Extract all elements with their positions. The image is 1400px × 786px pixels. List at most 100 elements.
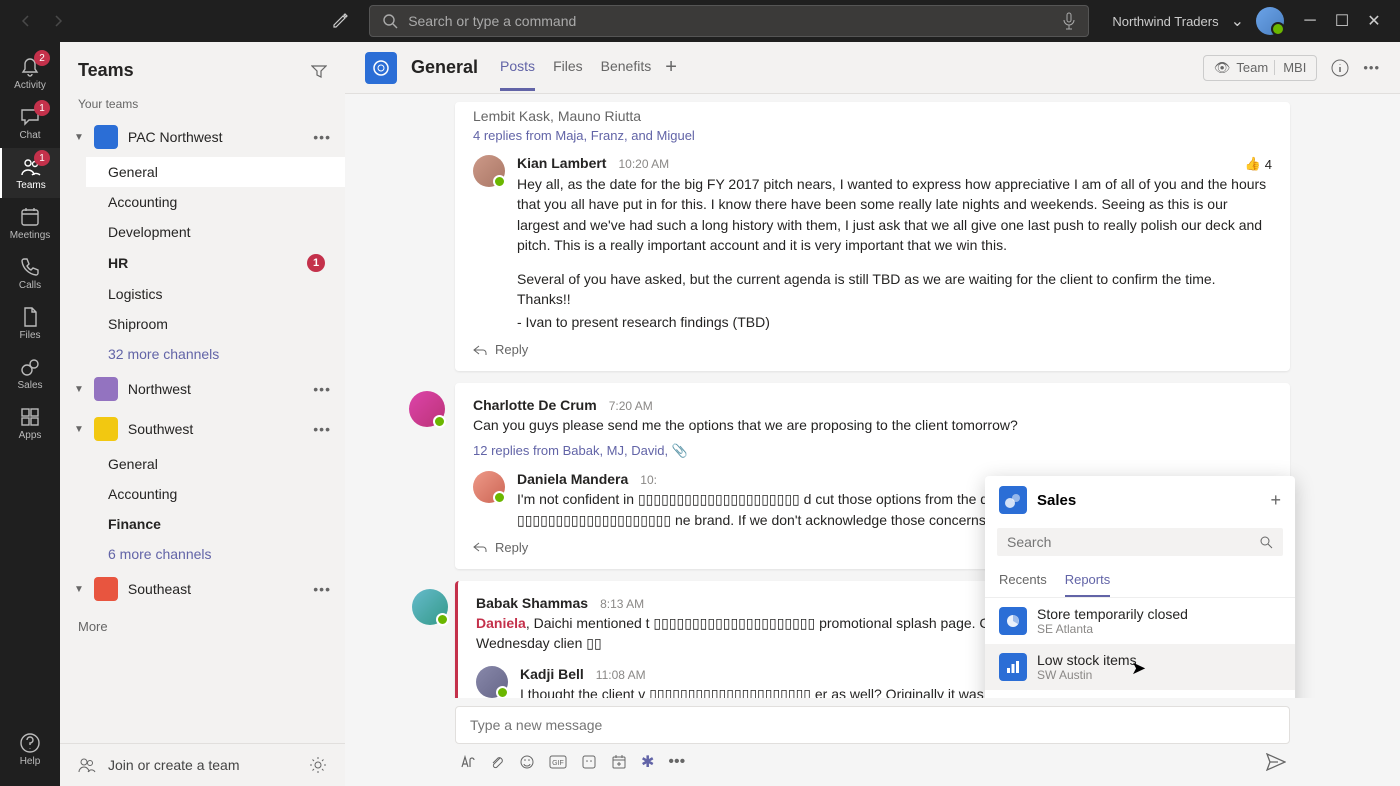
compose-input[interactable] xyxy=(470,717,1275,733)
search-icon xyxy=(382,13,398,29)
message-time: 8:13 AM xyxy=(600,597,644,611)
teams-section-label: Your teams xyxy=(60,91,345,117)
join-team-icon xyxy=(78,756,96,774)
popup-tab-reports[interactable]: Reports xyxy=(1065,564,1111,597)
global-search[interactable] xyxy=(369,5,1089,37)
team-more-icon[interactable]: ••• xyxy=(313,421,331,437)
sales-extension-icon[interactable]: ✱ xyxy=(641,752,654,772)
truncated-participants: Lembit Kask, Mauno Riutta xyxy=(455,108,1290,124)
team-more-icon[interactable]: ••• xyxy=(313,129,331,145)
replies-link[interactable]: 12 replies from Babak, MJ, David, 📎 xyxy=(455,439,1290,463)
window-close[interactable]: ✕ xyxy=(1360,7,1388,35)
join-team-button[interactable]: Join or create a team xyxy=(108,757,297,773)
sticker-icon[interactable] xyxy=(581,754,597,770)
message-text: Several of you have asked, but the curre… xyxy=(517,269,1272,310)
message-author[interactable]: Charlotte De Crum xyxy=(473,397,597,413)
team-row[interactable]: ▼Northwest••• xyxy=(60,369,345,409)
message-author[interactable]: Kadji Bell xyxy=(520,666,584,682)
author-avatar[interactable] xyxy=(476,666,508,698)
more-teams[interactable]: More xyxy=(60,609,345,644)
popup-search-input[interactable] xyxy=(1007,534,1259,550)
message-time: 11:08 AM xyxy=(596,668,646,682)
gif-icon[interactable]: GIF xyxy=(549,755,567,769)
window-minimize[interactable]: ─ xyxy=(1296,7,1324,35)
popup-item[interactable]: Store temporarily closedSE Atlanta xyxy=(985,598,1295,644)
rail-file[interactable]: Files xyxy=(0,298,60,348)
message-text: Can you guys please send me the options … xyxy=(473,415,1272,435)
attach-icon[interactable] xyxy=(489,754,505,770)
team-row[interactable]: ▼Southwest••• xyxy=(60,409,345,449)
rail-phone[interactable]: Calls xyxy=(0,248,60,298)
search-input[interactable] xyxy=(408,13,1052,29)
send-button[interactable] xyxy=(1266,753,1286,771)
author-avatar[interactable] xyxy=(473,155,505,187)
channel-item[interactable]: Shiproom xyxy=(86,309,345,339)
channel-item[interactable]: General xyxy=(86,449,345,479)
team-row[interactable]: ▼PAC Northwest••• xyxy=(60,117,345,157)
message-time: 7:20 AM xyxy=(609,399,653,413)
rail-calendar[interactable]: Meetings xyxy=(0,198,60,248)
window-maximize[interactable]: ☐ xyxy=(1328,7,1356,35)
channel-title: General xyxy=(411,57,478,78)
rail-teams[interactable]: Teams1 xyxy=(0,148,60,198)
tab-posts[interactable]: Posts xyxy=(500,44,535,91)
filter-icon[interactable] xyxy=(311,63,327,79)
message-time: 10:20 AM xyxy=(618,157,669,171)
channel-item[interactable]: Logistics xyxy=(86,279,345,309)
profile-avatar[interactable] xyxy=(1256,7,1284,35)
more-options-icon[interactable]: ••• xyxy=(1363,60,1380,75)
channel-item[interactable]: Accounting xyxy=(86,187,345,217)
mic-icon[interactable] xyxy=(1062,12,1076,30)
message-author[interactable]: Daniela Mandera xyxy=(517,471,628,487)
rail-sales[interactable]: Sales xyxy=(0,348,60,398)
rail-bell[interactable]: Activity2 xyxy=(0,48,60,98)
attachment-icon: 📎 xyxy=(672,443,688,458)
channel-item[interactable]: Finance xyxy=(86,509,345,539)
rail-apps[interactable]: Apps xyxy=(0,398,60,448)
reply-button[interactable]: Reply xyxy=(455,336,1290,365)
popup-item[interactable]: New marketing strategy updateSE Nashvill… xyxy=(985,690,1295,698)
add-tab-button[interactable]: + xyxy=(665,56,677,79)
meeting-icon[interactable] xyxy=(611,754,627,770)
nav-forward[interactable] xyxy=(44,7,72,35)
emoji-icon[interactable] xyxy=(519,754,535,770)
cursor-icon: ➤ xyxy=(1131,658,1146,679)
channel-item[interactable]: Accounting xyxy=(86,479,345,509)
new-message-icon[interactable] xyxy=(326,7,354,35)
team-more-icon[interactable]: ••• xyxy=(313,381,331,397)
message-author[interactable]: Babak Shammas xyxy=(476,595,588,611)
message-text: - Ivan to present research findings (TBD… xyxy=(517,312,1272,332)
more-channels[interactable]: 32 more channels xyxy=(86,339,345,369)
author-avatar[interactable] xyxy=(409,391,445,427)
author-avatar[interactable] xyxy=(412,589,448,625)
popup-search[interactable] xyxy=(997,528,1283,556)
format-icon[interactable] xyxy=(459,754,475,770)
team-more-icon[interactable]: ••• xyxy=(313,581,331,597)
nav-back[interactable] xyxy=(12,7,40,35)
info-icon[interactable] xyxy=(1331,59,1349,77)
more-extensions-icon[interactable]: ••• xyxy=(668,753,685,771)
message-author[interactable]: Kian Lambert xyxy=(517,155,606,171)
message-text: Hey all, as the date for the big FY 2017… xyxy=(517,174,1272,255)
settings-icon[interactable] xyxy=(309,756,327,774)
popup-add-button[interactable]: + xyxy=(1270,490,1281,511)
compose-box[interactable] xyxy=(455,706,1290,744)
more-channels[interactable]: 6 more channels xyxy=(86,539,345,569)
rail-help[interactable]: Help xyxy=(0,724,60,774)
tab-files[interactable]: Files xyxy=(553,44,583,91)
reaction-thumbsup[interactable]: 👍 4 xyxy=(1245,156,1272,172)
chevron-down-icon: ⌄ xyxy=(1231,11,1244,31)
channel-item[interactable]: HR1 xyxy=(86,247,345,279)
author-avatar[interactable] xyxy=(473,471,505,503)
mention[interactable]: Daniela xyxy=(476,615,526,631)
tab-benefits[interactable]: Benefits xyxy=(601,44,652,91)
team-visibility-button[interactable]: 👁 Team MBI xyxy=(1203,55,1317,81)
channel-item[interactable]: General xyxy=(86,157,345,187)
channel-item[interactable]: Development xyxy=(86,217,345,247)
replies-link[interactable]: 4 replies from Maja, Franz, and Miguel xyxy=(455,124,1290,147)
team-row[interactable]: ▼Southeast••• xyxy=(60,569,345,609)
rail-chat[interactable]: Chat1 xyxy=(0,98,60,148)
sidepanel-title: Teams xyxy=(78,60,311,81)
popup-tab-recents[interactable]: Recents xyxy=(999,564,1047,597)
org-name[interactable]: Northwind Traders xyxy=(1112,14,1218,29)
